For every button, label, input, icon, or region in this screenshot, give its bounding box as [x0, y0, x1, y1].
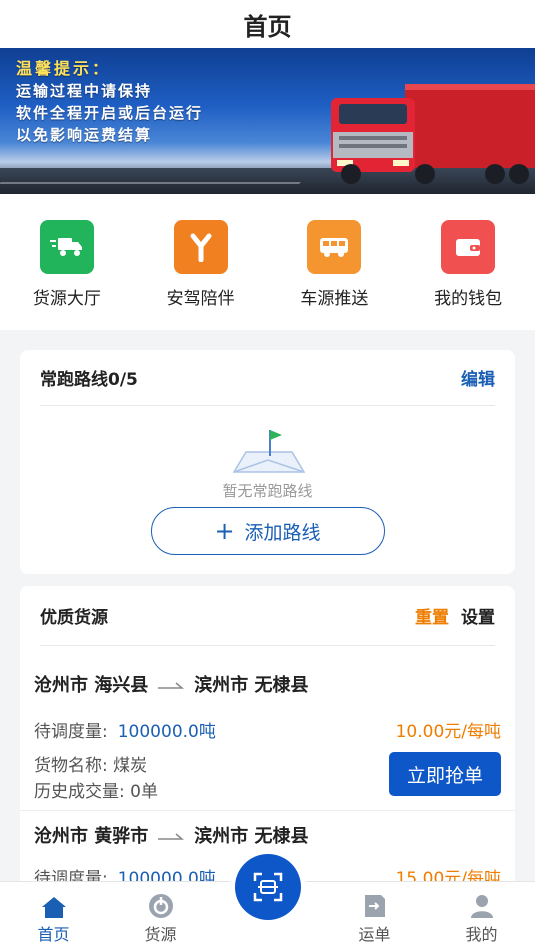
plus-icon: + — [214, 517, 235, 545]
cargo-source-icon — [148, 894, 173, 918]
banner-tip-line: 运输过程中请保持 — [16, 82, 153, 100]
top-header: 首页 — [0, 0, 535, 48]
frequent-routes-header: 常跑路线0/5 编辑 — [40, 350, 495, 406]
routes-empty-state: 暂无常跑路线 + 添加路线 — [40, 406, 495, 555]
quality-goods-header: 优质货源 重置 设置 — [40, 586, 495, 646]
add-route-label: 添加路线 — [244, 521, 321, 544]
quick-item-label: 货源大厅 — [32, 289, 101, 309]
quality-goods-title: 优质货源 — [40, 608, 108, 628]
tab-home[interactable]: 首页 — [0, 882, 107, 951]
settings-button[interactable]: 设置 — [461, 603, 495, 628]
bus-icon — [307, 220, 362, 274]
qty-value: 100000.0吨 — [117, 721, 216, 742]
route-origin: 沧州市 海兴县 — [34, 675, 149, 696]
truck-illustration — [331, 84, 535, 184]
tab-label: 运单 — [358, 925, 391, 944]
tab-label: 货源 — [144, 925, 177, 944]
tab-mine[interactable]: 我的 — [428, 882, 535, 951]
quick-item-label: 车源推送 — [300, 289, 369, 309]
scan-button-wrapper — [229, 849, 306, 925]
quick-item-cargo-hall[interactable]: 货源大厅 — [7, 220, 127, 309]
banner-tip-line: 以免影响运费结算 — [16, 126, 153, 144]
wallet-icon — [441, 220, 496, 274]
waybill-icon — [364, 895, 385, 917]
goods-route: 沧州市 海兴县 滨州市 无棣县 — [34, 646, 501, 712]
grab-order-button[interactable]: 立即抢单 — [389, 752, 501, 796]
tab-label: 我的 — [465, 925, 498, 944]
tab-cargo-source[interactable]: 货源 — [107, 882, 214, 951]
truck-fast-icon — [39, 220, 94, 274]
scan-icon — [253, 872, 282, 902]
route-destination: 滨州市 无棣县 — [194, 675, 309, 696]
scan-button[interactable] — [234, 854, 301, 920]
banner[interactable]: 温馨提示： 运输过程中请保持 软件全程开启或后台运行 以免影响运费结算 — [0, 48, 535, 194]
history-volume: 历史成交量: 0单 — [34, 781, 158, 802]
banner-tip: 温馨提示： 运输过程中请保持 软件全程开启或后台运行 以免影响运费结算 — [16, 58, 203, 146]
route-origin: 沧州市 黄骅市 — [34, 826, 149, 847]
home-icon — [41, 897, 66, 918]
goods-qty-row: 待调度量: 100000.0吨 10.00元/每吨 — [34, 712, 501, 746]
route-arrow-icon — [158, 833, 185, 840]
quality-goods-actions: 重置 设置 — [415, 603, 495, 628]
quick-item-vehicle-push[interactable]: 车源推送 — [274, 220, 394, 309]
goods-item[interactable]: 沧州市 海兴县 滨州市 无棣县 待调度量: 100000.0吨 10.00元/每吨… — [20, 646, 515, 811]
reset-button[interactable]: 重置 — [415, 603, 449, 628]
route-arrow-icon — [158, 682, 185, 689]
tab-waybill[interactable]: 运单 — [321, 882, 428, 951]
page-title: 首页 — [243, 12, 292, 41]
empty-mailbox-icon — [232, 430, 305, 473]
goods-name: 货物名称: 煤炭 — [34, 755, 148, 776]
banner-tip-line: 软件全程开启或后台运行 — [16, 104, 204, 122]
goods-history-row: 历史成交量: 0单 立即抢单 — [34, 752, 501, 810]
quick-item-label: 安驾陪伴 — [166, 289, 235, 309]
quick-item-safe-driving[interactable]: 安驾陪伴 — [141, 220, 261, 309]
price-value: 10.00元/每吨 — [395, 721, 501, 742]
edit-routes-button[interactable]: 编辑 — [461, 365, 495, 390]
frequent-routes-card: 常跑路线0/5 编辑 暂无常跑路线 + 添加路线 — [20, 350, 515, 574]
quick-item-wallet[interactable]: 我的钱包 — [408, 220, 528, 309]
add-route-button[interactable]: + 添加路线 — [150, 507, 385, 555]
quick-item-label: 我的钱包 — [434, 289, 503, 309]
banner-road-line — [0, 182, 301, 184]
road-fork-icon — [173, 220, 228, 274]
tab-label: 首页 — [37, 925, 70, 944]
routes-empty-text: 暂无常跑路线 — [222, 482, 313, 500]
qty-label: 待调度量: — [34, 721, 108, 742]
route-destination: 滨州市 无棣县 — [194, 826, 309, 847]
frequent-routes-title: 常跑路线0/5 — [40, 370, 138, 390]
user-icon — [470, 895, 493, 918]
quick-menu: 货源大厅 安驾陪伴 车源推送 我的钱包 — [0, 194, 535, 330]
banner-tip-title: 温馨提示： — [16, 59, 112, 78]
